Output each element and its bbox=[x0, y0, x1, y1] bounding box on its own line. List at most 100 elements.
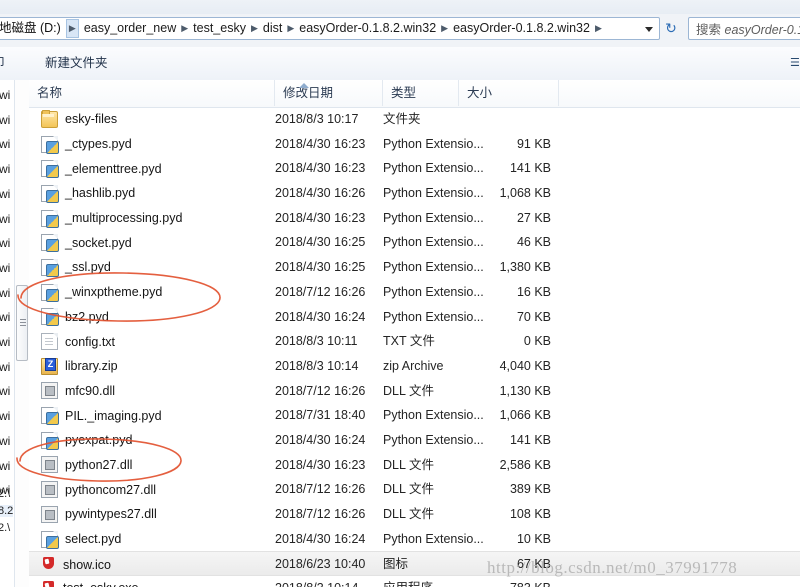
file-size-cell bbox=[459, 107, 551, 132]
table-row[interactable]: config.txt 2018/8/3 10:11 TXT 文件 0 KB bbox=[29, 329, 800, 354]
file-name-cell[interactable]: bz2.pyd bbox=[41, 305, 109, 330]
nav-tree-item-0[interactable]: wi bbox=[0, 88, 10, 102]
table-row[interactable]: pywintypes27.dll 2018/7/12 16:26 DLL 文件 108… bbox=[29, 502, 800, 527]
file-name-cell[interactable]: _ctypes.pyd bbox=[41, 132, 132, 157]
search-input[interactable]: 搜索 easyOrder-0.1.8 bbox=[688, 17, 800, 40]
table-row[interactable]: _ctypes.pyd 2018/4/30 16:23 Python Extensi… bbox=[29, 132, 800, 157]
column-header-date[interactable]: 修改日期 bbox=[275, 80, 383, 106]
table-row[interactable]: library.zip 2018/8/3 10:14 zip Archive 4,04… bbox=[29, 354, 800, 379]
nav-tree-item-2[interactable]: wi bbox=[0, 137, 10, 151]
breadcrumb-item-4[interactable]: easyOrder-0.1.8.2.win32 bbox=[449, 18, 594, 39]
file-name-cell[interactable]: _elementtree.pyd bbox=[41, 156, 162, 181]
file-name-cell[interactable]: PIL._imaging.pyd bbox=[41, 403, 162, 428]
nav-tree-item-11[interactable]: wi bbox=[0, 360, 10, 374]
file-type-cell: 文件夹 bbox=[383, 112, 421, 126]
file-name-cell[interactable]: esky-files bbox=[41, 107, 117, 132]
file-name-cell[interactable]: pythoncom27.dll bbox=[41, 477, 156, 502]
dll-file-icon bbox=[41, 382, 58, 400]
nav-tree-item-6[interactable]: wi bbox=[0, 236, 10, 250]
table-row[interactable]: python27.dll 2018/4/30 16:23 DLL 文件 2,586 K… bbox=[29, 453, 800, 478]
breadcrumb-separator-root[interactable]: ▶ bbox=[65, 19, 79, 38]
file-size-cell: 108 KB bbox=[509, 507, 551, 521]
breadcrumb-item-2[interactable]: dist bbox=[259, 18, 286, 39]
address-bar[interactable]: 地磁盘 (D:) ▶ easy_order_new ▶ test_esky ▶ dist ▶ e… bbox=[0, 17, 660, 40]
table-row[interactable]: PIL._imaging.pyd 2018/7/31 18:40 Python Ex… bbox=[29, 403, 800, 428]
table-row[interactable]: _winxptheme.pyd 2018/7/12 16:26 Python Ext… bbox=[29, 280, 800, 305]
nav-tree-item-14[interactable]: wi bbox=[0, 434, 10, 448]
breadcrumb-root[interactable]: 地磁盘 (D:) bbox=[0, 18, 65, 39]
nav-tree-item-9[interactable]: wi bbox=[0, 310, 10, 324]
file-name-cell[interactable]: mfc90.dll bbox=[41, 379, 115, 404]
table-row[interactable]: _multiprocessing.pyd 2018/4/30 16:23 Pytho… bbox=[29, 206, 800, 231]
file-name-label: test_esky.exe bbox=[63, 581, 139, 587]
breadcrumb-separator-1[interactable]: ▶ bbox=[250, 18, 259, 39]
breadcrumb-separator-0[interactable]: ▶ bbox=[180, 18, 189, 39]
file-name-cell[interactable]: _socket.pyd bbox=[41, 230, 132, 255]
column-header-name[interactable]: 名称 bbox=[29, 80, 275, 106]
file-name-cell[interactable]: pyexpat.pyd bbox=[41, 428, 132, 453]
file-name-cell[interactable]: _hashlib.pyd bbox=[41, 181, 135, 206]
nav-tree-item-7[interactable]: wi bbox=[0, 261, 10, 275]
table-row[interactable]: bz2.pyd 2018/4/30 16:24 Python Extensio...… bbox=[29, 305, 800, 330]
pyd-file-icon bbox=[41, 184, 59, 203]
view-layout-icon[interactable]: ☰ bbox=[790, 56, 800, 71]
table-row[interactable]: pyexpat.pyd 2018/4/30 16:24 Python Extensi… bbox=[29, 428, 800, 453]
nav-tree-item-12[interactable]: wi bbox=[0, 384, 10, 398]
breadcrumb-separator-3[interactable]: ▶ bbox=[440, 18, 449, 39]
table-row[interactable]: _ssl.pyd 2018/4/30 16:25 Python Extensio..… bbox=[29, 255, 800, 280]
file-name-label: esky-files bbox=[65, 112, 118, 127]
ico-file-icon bbox=[41, 557, 56, 572]
nav-tree-item-4[interactable]: wi bbox=[0, 187, 10, 201]
file-name-cell[interactable]: show.ico bbox=[41, 552, 111, 577]
breadcrumb-item-0[interactable]: easy_order_new bbox=[80, 18, 180, 39]
breadcrumb[interactable]: 地磁盘 (D:) ▶ easy_order_new ▶ test_esky ▶ dist ▶ e… bbox=[0, 18, 603, 39]
file-name-cell[interactable]: _ssl.pyd bbox=[41, 255, 111, 280]
exe-file-icon bbox=[41, 580, 56, 587]
nav-tree-item-5[interactable]: wi bbox=[0, 212, 10, 226]
nav-tree-item-8[interactable]: wi bbox=[0, 286, 10, 300]
file-name-cell[interactable]: select.pyd bbox=[41, 527, 121, 552]
file-name-cell[interactable]: _winxptheme.pyd bbox=[41, 280, 162, 305]
file-name-cell[interactable]: test_esky.exe bbox=[41, 576, 139, 587]
dll-file-icon bbox=[41, 505, 58, 523]
pyd-file-icon bbox=[41, 258, 59, 277]
table-row[interactable]: pythoncom27.dll 2018/7/12 16:26 DLL 文件 389 … bbox=[29, 477, 800, 502]
table-row[interactable]: esky-files 2018/8/3 10:17 文件夹 bbox=[29, 107, 800, 132]
chevron-down-icon[interactable] bbox=[643, 23, 655, 35]
table-row[interactable]: _socket.pyd 2018/4/30 16:25 Python Extensi… bbox=[29, 230, 800, 255]
pyd-file-icon bbox=[41, 283, 59, 302]
table-row[interactable]: _elementtree.pyd 2018/4/30 16:23 Python Ex… bbox=[29, 156, 800, 181]
file-name-cell[interactable]: config.txt bbox=[41, 329, 115, 354]
column-header-size[interactable]: 大小 bbox=[459, 80, 559, 106]
dll-file-icon bbox=[41, 456, 58, 474]
nav-tree-item-3[interactable]: wi bbox=[0, 162, 10, 176]
file-size-cell: 91 KB bbox=[516, 136, 551, 151]
breadcrumb-item-3[interactable]: easyOrder-0.1.8.2.win32 bbox=[295, 18, 440, 39]
file-name-label: python27.dll bbox=[65, 457, 133, 472]
scrollbar-thumb[interactable] bbox=[16, 285, 28, 361]
nav-tree-footer-item-2[interactable]: 2.\ bbox=[0, 522, 10, 534]
nav-tree-footer-item-0[interactable]: 2.\ bbox=[0, 488, 10, 500]
nav-tree-footer-item-1[interactable]: 8.2 bbox=[0, 505, 14, 517]
file-name-cell[interactable]: _multiprocessing.pyd bbox=[41, 206, 182, 231]
nav-tree-item-13[interactable]: wi bbox=[0, 409, 10, 423]
pyd-file-icon bbox=[41, 209, 59, 228]
nav-tree-item-15[interactable]: wi bbox=[0, 459, 10, 473]
file-name-label: _winxptheme.pyd bbox=[65, 285, 163, 300]
table-row[interactable]: select.pyd 2018/4/30 16:24 Python Extensio… bbox=[29, 527, 800, 552]
file-name-label: select.pyd bbox=[65, 532, 122, 547]
breadcrumb-separator-4[interactable]: ▶ bbox=[594, 18, 603, 39]
table-row[interactable]: mfc90.dll 2018/7/12 16:26 DLL 文件 1,130 KB bbox=[29, 379, 800, 404]
breadcrumb-item-1[interactable]: test_esky bbox=[189, 18, 250, 39]
column-header-type[interactable]: 类型 bbox=[383, 80, 459, 106]
file-name-cell[interactable]: pywintypes27.dll bbox=[41, 502, 157, 527]
print-button[interactable]: 印 bbox=[0, 54, 5, 72]
file-name-cell[interactable]: python27.dll bbox=[41, 453, 132, 478]
nav-tree-item-10[interactable]: wi bbox=[0, 335, 10, 349]
table-row[interactable]: _hashlib.pyd 2018/4/30 16:26 Python Extens… bbox=[29, 181, 800, 206]
new-folder-button[interactable]: 新建文件夹 bbox=[45, 54, 108, 72]
nav-tree-item-1[interactable]: wi bbox=[0, 113, 10, 127]
file-name-cell[interactable]: library.zip bbox=[41, 354, 118, 379]
breadcrumb-separator-2[interactable]: ▶ bbox=[286, 18, 295, 39]
refresh-icon[interactable]: ↻ bbox=[660, 18, 682, 39]
